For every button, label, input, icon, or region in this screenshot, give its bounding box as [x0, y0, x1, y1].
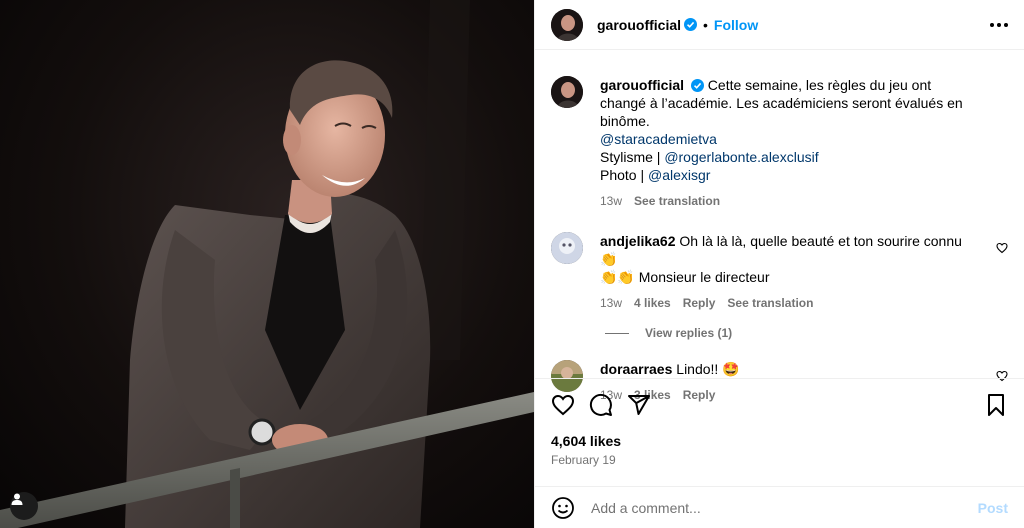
- mention-staracademietva[interactable]: @staracademietva: [600, 131, 717, 147]
- caption-stylisme-label: Stylisme |: [600, 149, 665, 165]
- user-tag-button[interactable]: [10, 492, 38, 520]
- reply-button[interactable]: Reply: [683, 294, 716, 312]
- comment-text: andjelika62 Oh là là là, quelle beauté e…: [600, 232, 980, 312]
- post-panel: garouofficial • Follow garouofficial Cet…: [534, 0, 1024, 528]
- comment-meta: 13w 4 likes Reply See translation: [600, 294, 980, 312]
- likes-count[interactable]: 4,604 likes: [551, 433, 1008, 449]
- author-avatar[interactable]: [551, 8, 583, 41]
- caption-username[interactable]: garouofficial: [600, 77, 684, 93]
- caption-avatar[interactable]: [551, 76, 583, 108]
- see-translation-button[interactable]: See translation: [634, 192, 720, 210]
- mention-alexisgr[interactable]: @alexisgr: [648, 167, 710, 183]
- comment-bar: Post: [535, 486, 1024, 528]
- comment-likes[interactable]: 4 likes: [634, 294, 671, 312]
- view-replies-label[interactable]: View replies (1): [645, 326, 732, 340]
- caption-time[interactable]: 13w: [600, 192, 622, 210]
- comment-icon[interactable]: [589, 393, 613, 417]
- comment-time[interactable]: 13w: [600, 294, 622, 312]
- comment-input[interactable]: [591, 499, 978, 516]
- verified-badge-icon: [684, 18, 698, 31]
- post-modal: garouofficial • Follow garouofficial Cet…: [0, 0, 1024, 528]
- post-actions: 4,604 likes February 19: [535, 378, 1024, 474]
- caption: garouofficial Cette semaine, les règles …: [551, 76, 1008, 210]
- bookmark-icon[interactable]: [984, 393, 1008, 417]
- post-photo[interactable]: [0, 0, 534, 528]
- share-icon[interactable]: [627, 393, 651, 417]
- header-separator: •: [703, 16, 708, 33]
- comments-area[interactable]: garouofficial Cette semaine, les règles …: [535, 50, 1024, 402]
- post-header: garouofficial • Follow: [535, 0, 1024, 50]
- user-tag-icon: [11, 493, 23, 505]
- comment-item: andjelika62 Oh là là là, quelle beauté e…: [551, 232, 1008, 312]
- post-date[interactable]: February 19: [551, 453, 1008, 467]
- caption-text: garouofficial Cette semaine, les règles …: [600, 76, 980, 210]
- commenter-username[interactable]: doraarraes: [600, 361, 672, 377]
- heart-icon[interactable]: [551, 393, 575, 417]
- commenter-username[interactable]: andjelika62: [600, 233, 676, 249]
- view-replies-button[interactable]: View replies (1): [605, 326, 1008, 340]
- caption-meta: 13w See translation: [600, 192, 980, 210]
- mention-rogerlabonte[interactable]: @rogerlabonte.alexclusif: [664, 149, 818, 165]
- photo-illustration: [0, 0, 534, 528]
- verified-badge-icon: [690, 79, 704, 92]
- comment-body-line2: 👏👏 Monsieur le directeur: [600, 269, 770, 285]
- author-username[interactable]: garouofficial: [597, 17, 681, 33]
- replies-divider: [605, 332, 629, 334]
- post-comment-button[interactable]: Post: [978, 500, 1008, 516]
- comment-body: Lindo!! 🤩: [676, 361, 740, 377]
- see-translation-button[interactable]: See translation: [727, 294, 813, 312]
- more-options-icon[interactable]: [990, 22, 1008, 27]
- action-icons: [551, 393, 1008, 417]
- emoji-icon[interactable]: [551, 496, 575, 520]
- commenter-avatar[interactable]: [551, 232, 583, 264]
- caption-photo-label: Photo |: [600, 167, 649, 183]
- comment-like-heart-icon[interactable]: [996, 242, 1008, 254]
- follow-button[interactable]: Follow: [714, 17, 758, 33]
